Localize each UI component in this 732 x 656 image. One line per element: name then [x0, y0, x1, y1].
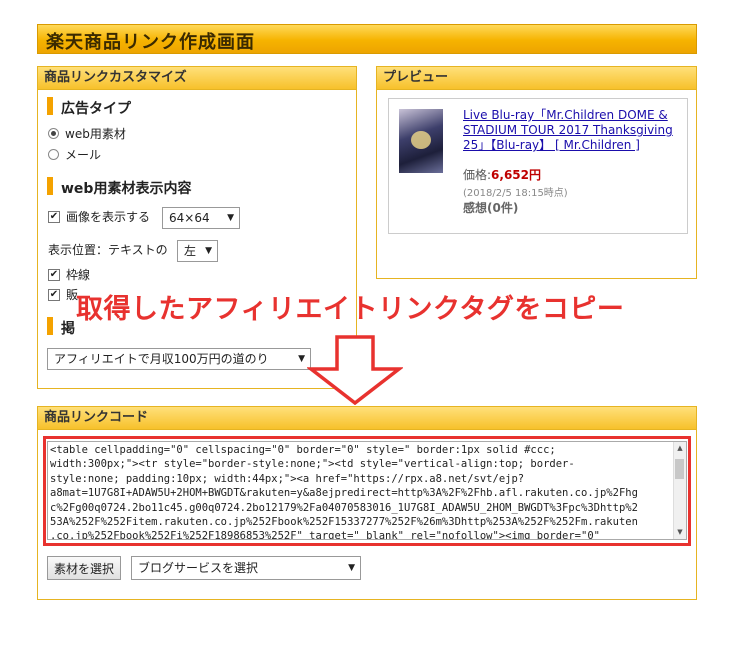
position-label: 表示位置：テキストの	[48, 243, 168, 257]
radio-mail[interactable]	[48, 149, 59, 160]
sales-checkbox[interactable]: ✔	[48, 289, 60, 301]
image-size-select[interactable]: 64×64 ▼	[162, 207, 240, 229]
blog-service-select[interactable]: ブログサービスを選択 ▼	[131, 556, 361, 580]
select-material-button[interactable]: 素材を選択	[47, 556, 121, 580]
arrow-down-icon	[307, 335, 403, 405]
copy-instruction-text: 取得したアフィリエイトリンクタグをコピー	[76, 294, 625, 325]
price-row: 価格:6,652円	[463, 166, 541, 183]
image-size-value: 64×64	[169, 211, 210, 225]
price-value: 6,652円	[491, 168, 542, 182]
chevron-down-icon: ▼	[348, 563, 355, 573]
review-count[interactable]: 感想(0件)	[463, 199, 518, 216]
blog-select[interactable]: アフィリエイトで月収100万円の道のり ▼	[47, 348, 311, 370]
page-title: 楽天商品リンク作成画面	[46, 32, 255, 53]
display-content-heading: web用素材表示内容	[61, 181, 192, 197]
position-value: 左	[184, 244, 197, 258]
chevron-down-icon: ▼	[205, 246, 212, 256]
border-label: 枠線	[66, 268, 91, 282]
price-label: 価格:	[463, 168, 492, 182]
customize-panel-header: 商品リンクカスタマイズ	[38, 67, 356, 90]
thumbnail-highlight	[411, 131, 431, 149]
border-checkbox[interactable]: ✔	[48, 269, 60, 281]
section-marker-icon	[47, 97, 53, 115]
position-select[interactable]: 左 ▼	[177, 240, 218, 262]
price-timestamp: (2018/2/5 18:15時点)	[463, 188, 568, 199]
link-code-panel-header: 商品リンクコード	[38, 407, 696, 430]
ad-type-heading: 広告タイプ	[61, 101, 131, 117]
blog-service-value: ブログサービスを選択	[138, 561, 259, 575]
product-title-link[interactable]: Live Blu-ray「Mr.Children DOME & STADIUM …	[463, 108, 681, 153]
show-image-label: 画像を表示する	[66, 210, 151, 224]
show-image-checkbox[interactable]: ✔	[48, 211, 60, 223]
chevron-down-icon: ▼	[227, 213, 234, 223]
preview-panel: プレビュー Live Blu-ray「Mr.Children DOME & ST…	[376, 66, 697, 279]
section-marker-icon	[47, 317, 53, 335]
radio-web-material-label[interactable]: web用素材	[65, 125, 126, 142]
product-thumbnail[interactable]	[399, 109, 443, 173]
preview-panel-header: プレビュー	[377, 67, 696, 90]
placement-heading: 掲	[61, 321, 75, 337]
preview-card: Live Blu-ray「Mr.Children DOME & STADIUM …	[388, 98, 688, 234]
radio-web-material[interactable]	[48, 128, 59, 139]
section-marker-icon	[47, 177, 53, 195]
page-title-bar: 楽天商品リンク作成画面	[37, 24, 697, 54]
blog-select-value: アフィリエイトで月収100万円の道のり	[54, 352, 269, 366]
highlight-frame	[43, 436, 691, 546]
radio-mail-label[interactable]: メール	[65, 146, 101, 163]
chevron-down-icon: ▼	[298, 354, 305, 364]
